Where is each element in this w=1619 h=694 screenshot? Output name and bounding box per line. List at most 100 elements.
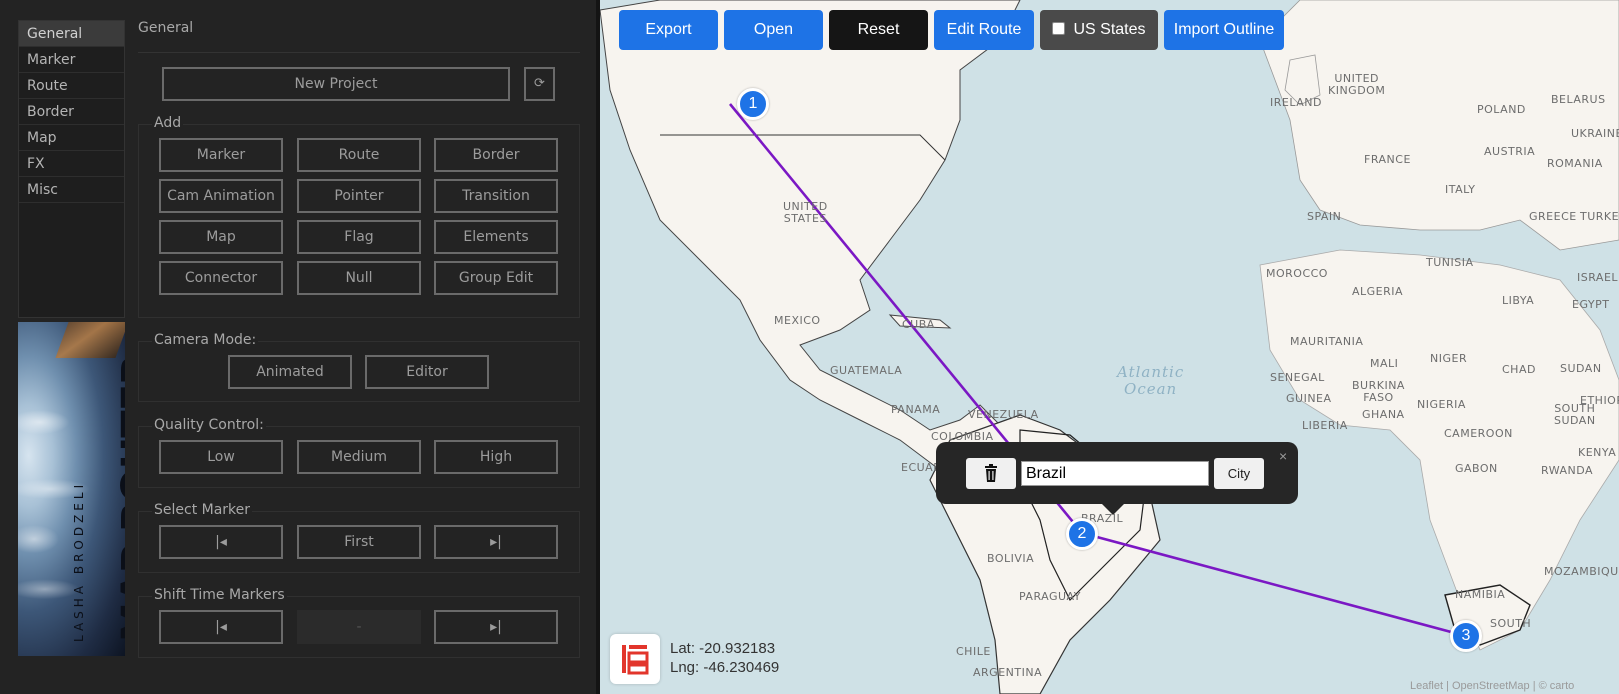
- us-states-toggle[interactable]: US States: [1040, 10, 1158, 50]
- select-marker-label: Select Marker: [152, 502, 253, 518]
- nav-item-fx[interactable]: FX: [19, 151, 124, 177]
- label-belarus: BELARUS: [1551, 93, 1606, 106]
- open-button[interactable]: Open: [724, 10, 823, 50]
- label-spain: SPAIN: [1307, 210, 1342, 223]
- nav-item-border[interactable]: Border: [19, 99, 124, 125]
- select-next-marker-button[interactable]: ▸|: [434, 525, 558, 559]
- map-attribution[interactable]: Leaflet | OpenStreetMap | © carto: [1410, 680, 1574, 692]
- label-ghana: GHANA: [1362, 408, 1405, 421]
- route-marker-3[interactable]: 3: [1450, 620, 1482, 652]
- add-map-button[interactable]: Map: [159, 220, 283, 254]
- quality-high-button[interactable]: High: [434, 440, 558, 474]
- logo-author: LASHA BRODZELI: [72, 480, 86, 642]
- group-edit-button[interactable]: Group Edit: [434, 261, 558, 295]
- label-turkey: TURKEY: [1580, 210, 1619, 223]
- trash-icon: [985, 464, 997, 482]
- label-rwanda: RWANDA: [1541, 464, 1594, 477]
- label-venezuela: VENEZUELA: [968, 408, 1039, 421]
- label-kenya: KENYA: [1578, 446, 1617, 459]
- label-ireland: IRELAND: [1270, 96, 1322, 109]
- refresh-icon[interactable]: ⟳: [524, 67, 555, 101]
- label-gabon: GABON: [1455, 462, 1498, 475]
- shift-time-back-button[interactable]: |◂: [159, 610, 283, 644]
- label-cameroon: CAMEROON: [1444, 427, 1513, 440]
- label-france: FRANCE: [1364, 153, 1411, 166]
- quality-low-button[interactable]: Low: [159, 440, 283, 474]
- camera-editor-button[interactable]: Editor: [365, 355, 489, 389]
- label-panama: PANAMA: [891, 403, 941, 416]
- label-south-sudan: SOUTH SUDAN: [1554, 402, 1596, 427]
- label-paraguay: PARAGUAY: [1019, 590, 1081, 603]
- reset-button[interactable]: Reset: [829, 10, 928, 50]
- label-liberia: LIBERIA: [1302, 419, 1348, 432]
- new-project-button[interactable]: New Project: [162, 67, 510, 101]
- shift-time-forward-button[interactable]: ▸|: [434, 610, 558, 644]
- label-romania: ROMANIA: [1547, 157, 1603, 170]
- label-niger: NIGER: [1430, 352, 1468, 365]
- label-libya: LIBYA: [1502, 294, 1535, 307]
- route-marker-2[interactable]: 2: [1066, 518, 1098, 550]
- popup-close-icon[interactable]: ×: [1279, 448, 1287, 464]
- label-united-states: UNITED STATES: [783, 200, 828, 225]
- camera-mode-label: Camera Mode:: [152, 332, 259, 348]
- label-egypt: EGYPT: [1572, 298, 1610, 311]
- quality-control-label: Quality Control:: [152, 417, 266, 433]
- popup-tip: [1101, 503, 1125, 515]
- export-button[interactable]: Export: [619, 10, 718, 50]
- add-route-button[interactable]: Route: [297, 138, 421, 172]
- add-flag-button[interactable]: Flag: [297, 220, 421, 254]
- label-bolivia: BOLIVIA: [987, 552, 1035, 565]
- us-states-checkbox[interactable]: [1052, 21, 1066, 35]
- latitude-readout: Lat: -20.932183: [670, 640, 776, 657]
- app-logo: LASHA BRODZELI MAP ROUTER: [18, 322, 125, 656]
- quality-medium-button[interactable]: Medium: [297, 440, 421, 474]
- nav-item-route[interactable]: Route: [19, 73, 124, 99]
- label-mauritania: MAURITANIA: [1290, 335, 1364, 348]
- add-cam-animation-button[interactable]: Cam Animation: [159, 179, 283, 213]
- camera-mode-group: [138, 341, 580, 402]
- label-morocco: MOROCCO: [1266, 267, 1328, 280]
- label-mali: MALI: [1370, 357, 1399, 370]
- nav-item-marker[interactable]: Marker: [19, 47, 124, 73]
- world-map[interactable]: UNITED KINGDOM IRELAND BELARUS POLAND UK…: [600, 0, 1619, 694]
- label-argentina: ARGENTINA: [973, 666, 1043, 679]
- shift-time-value: -: [297, 610, 421, 644]
- label-poland: POLAND: [1477, 103, 1526, 116]
- label-tunisia: TUNISIA: [1426, 256, 1474, 269]
- label-chile: CHILE: [956, 645, 991, 658]
- add-null-button[interactable]: Null: [297, 261, 421, 295]
- label-united-kingdom: UNITED KINGDOM: [1328, 72, 1386, 97]
- spacecraft-image: [55, 322, 125, 358]
- select-first-marker-button[interactable]: First: [297, 525, 421, 559]
- add-elements-button[interactable]: Elements: [434, 220, 558, 254]
- select-previous-marker-button[interactable]: |◂: [159, 525, 283, 559]
- label-nigeria: NIGERIA: [1417, 398, 1466, 411]
- category-nav: General Marker Route Border Map FX Misc: [18, 20, 125, 318]
- route-marker-1[interactable]: 1: [737, 88, 769, 120]
- city-button[interactable]: City: [1214, 458, 1264, 489]
- label-algeria: ALGERIA: [1352, 285, 1404, 298]
- edit-route-button[interactable]: Edit Route: [934, 10, 1034, 50]
- label-south-africa: SOUTH: [1490, 617, 1532, 630]
- nav-item-map[interactable]: Map: [19, 125, 124, 151]
- label-mexico: MEXICO: [774, 314, 821, 327]
- add-marker-button[interactable]: Marker: [159, 138, 283, 172]
- control-panel: General Marker Route Border Map FX Misc …: [0, 0, 598, 694]
- label-burkina-faso: BURKINA FASO: [1352, 379, 1405, 404]
- label-mozambique: MOZAMBIQUE: [1544, 565, 1619, 578]
- place-name-input[interactable]: [1021, 461, 1209, 486]
- delete-marker-button[interactable]: [966, 458, 1016, 489]
- label-guatemala: GUATEMALA: [830, 364, 903, 377]
- add-pointer-button[interactable]: Pointer: [297, 179, 421, 213]
- landmass-north-america: [600, 0, 1051, 501]
- import-outline-button[interactable]: Import Outline: [1164, 10, 1284, 50]
- nav-item-misc[interactable]: Misc: [19, 177, 124, 203]
- add-connector-button[interactable]: Connector: [159, 261, 283, 295]
- label-sudan: SUDAN: [1560, 362, 1602, 375]
- label-senegal: SENEGAL: [1270, 371, 1325, 384]
- camera-animated-button[interactable]: Animated: [228, 355, 352, 389]
- add-border-button[interactable]: Border: [434, 138, 558, 172]
- add-transition-button[interactable]: Transition: [434, 179, 558, 213]
- nav-item-general[interactable]: General: [19, 21, 124, 47]
- label-greece: GREECE: [1529, 210, 1577, 223]
